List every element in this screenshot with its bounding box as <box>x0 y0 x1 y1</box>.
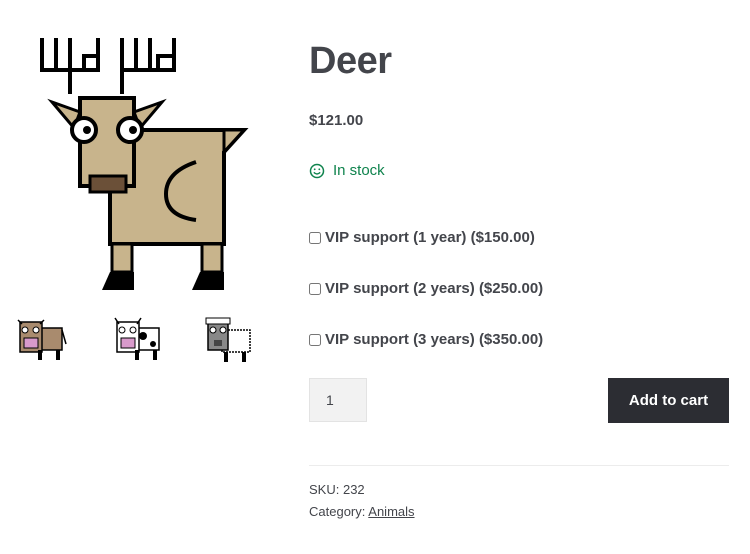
addon-label: VIP support (2 years) ($250.00) <box>325 280 544 297</box>
divider <box>309 465 729 466</box>
addon-label: VIP support (1 year) ($150.00) <box>325 229 535 246</box>
addon-vip-3-years-checkbox[interactable] <box>309 333 321 346</box>
category-link[interactable]: Animals <box>368 504 414 519</box>
cow-spotted-thumbnail[interactable] <box>111 314 167 366</box>
addon-vip-2-years[interactable]: VIP support (2 years) ($250.00) <box>309 280 543 297</box>
stock-label: In stock <box>333 162 385 179</box>
sheep-thumbnail[interactable] <box>202 314 258 366</box>
add-to-cart-button[interactable]: Add to cart <box>608 378 729 423</box>
stock-status: In stock <box>309 162 385 179</box>
addon-label: VIP support (3 years) ($350.00) <box>325 331 544 348</box>
cow-brown-thumbnail[interactable] <box>14 314 70 366</box>
deer-main-image[interactable] <box>38 32 268 294</box>
smile-icon <box>309 163 325 178</box>
addon-vip-1-year-checkbox[interactable] <box>309 231 321 244</box>
product-title: Deer <box>309 40 392 82</box>
category-label: Category: <box>309 504 366 519</box>
quantity-input[interactable]: 1 <box>309 378 367 422</box>
addon-vip-2-years-checkbox[interactable] <box>309 282 321 295</box>
sku-label: SKU: <box>309 482 340 497</box>
product-category: Category: Animals <box>309 504 415 519</box>
addon-vip-1-year[interactable]: VIP support (1 year) ($150.00) <box>309 229 535 246</box>
product-price: $121.00 <box>309 112 364 129</box>
product-sku: SKU: 232 <box>309 482 365 497</box>
addon-vip-3-years[interactable]: VIP support (3 years) ($350.00) <box>309 331 543 348</box>
sku-value: 232 <box>342 482 365 497</box>
